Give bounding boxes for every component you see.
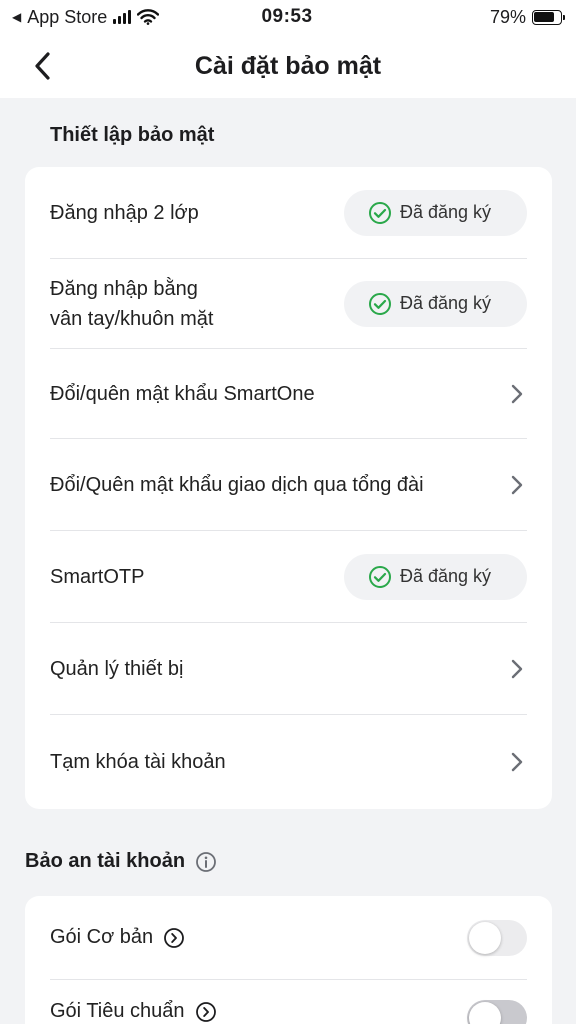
row-label: Đăng nhập bằng vân tay/khuôn mặt [50, 277, 214, 330]
package-name: Gói Tiêu chuẩn [50, 1000, 185, 1022]
toggle-knob [469, 1002, 501, 1024]
cellular-signal-icon [113, 10, 132, 24]
registered-badge: Đã đăng ký [344, 553, 527, 600]
security-setup-card: Đăng nhập 2 lớp Đã đăng ký Đăng nhập bằn… [25, 167, 552, 809]
section-title-account-protection: Bảo an tài khoản [25, 850, 217, 873]
status-bar: ◀ App Store 09:53 79% [0, 0, 576, 34]
package-label: Gói Cơ bản [50, 926, 185, 949]
page-title: Cài đặt bảo mật [194, 51, 382, 80]
row-label: Đổi/Quên mật khẩu giao dịch qua tổng đài [50, 473, 424, 496]
row-device-management[interactable]: Quản lý thiết bị [50, 623, 527, 715]
wifi-icon [137, 9, 160, 25]
section-title-label: Bảo an tài khoản [25, 850, 186, 872]
chevron-right-icon [511, 752, 523, 772]
toggle-knob [469, 921, 501, 954]
row-package-standard[interactable]: Gói Tiêu chuẩn [50, 980, 527, 1024]
package-label: Gói Tiêu chuẩn [50, 1000, 217, 1023]
toggle-package-basic[interactable] [467, 919, 527, 956]
back-to-app[interactable]: ◀ App Store [12, 7, 212, 28]
clock: 09:53 [261, 6, 313, 27]
nav-bar: Cài đặt bảo mật [0, 34, 576, 98]
back-triangle-icon: ◀ [12, 10, 22, 24]
back-button[interactable] [24, 48, 60, 84]
section-title-security-setup: Thiết lập bảo mật [50, 124, 215, 146]
battery-level-fill [534, 12, 555, 22]
row-package-basic[interactable]: Gói Cơ bản [50, 896, 527, 980]
chevron-right-icon [511, 384, 523, 403]
package-name: Gói Cơ bản [50, 926, 154, 948]
circle-chevron-right-icon[interactable] [163, 927, 185, 949]
row-label: Đổi/quên mật khẩu SmartOne [50, 382, 315, 405]
row-two-factor-login[interactable]: Đăng nhập 2 lớp Đã đăng ký [50, 167, 527, 259]
battery-icon [531, 9, 565, 25]
row-label: Quản lý thiết bị [50, 657, 184, 680]
badge-label: Đã đăng ký [400, 566, 492, 586]
battery-percent: 79% [489, 6, 526, 27]
chevron-left-icon [35, 52, 50, 80]
row-change-smartone-password[interactable]: Đổi/quên mật khẩu SmartOne [50, 349, 527, 439]
row-smartotp[interactable]: SmartOTP Đã đăng ký [50, 531, 527, 623]
account-protection-card: Gói Cơ bản Gói Tiêu chuẩn [25, 896, 552, 1024]
info-icon[interactable] [195, 851, 217, 873]
row-label: Tạm khóa tài khoản [50, 751, 226, 773]
row-change-transaction-password[interactable]: Đổi/Quên mật khẩu giao dịch qua tổng đài [50, 439, 527, 531]
badge-label: Đã đăng ký [400, 293, 492, 313]
badge-label: Đã đăng ký [400, 202, 492, 222]
row-lock-account[interactable]: Tạm khóa tài khoản [50, 715, 527, 809]
row-biometric-login[interactable]: Đăng nhập bằng vân tay/khuôn mặt Đã đăng… [50, 259, 527, 349]
check-circle-icon [369, 565, 391, 588]
back-app-label: App Store [27, 6, 108, 27]
registered-badge: Đã đăng ký [344, 189, 527, 236]
row-label: SmartOTP [50, 565, 145, 588]
registered-badge: Đã đăng ký [344, 280, 527, 327]
check-circle-icon [369, 201, 391, 224]
row-label: Đăng nhập 2 lớp [50, 201, 199, 224]
chevron-right-icon [511, 659, 523, 678]
toggle-package-standard[interactable] [467, 1000, 527, 1024]
circle-chevron-right-icon[interactable] [195, 1001, 217, 1023]
chevron-right-icon [511, 475, 523, 494]
check-circle-icon [369, 292, 391, 315]
